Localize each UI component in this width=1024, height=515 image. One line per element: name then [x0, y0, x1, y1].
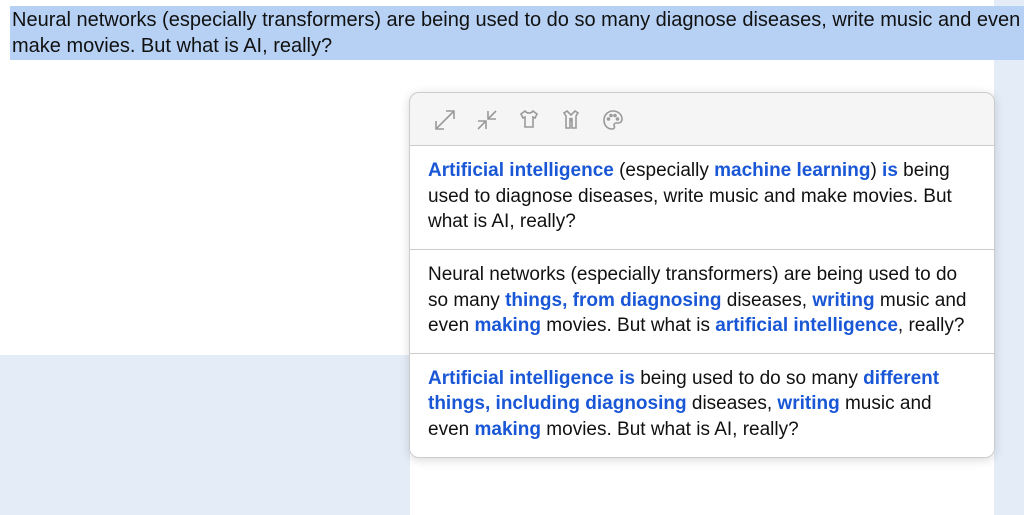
highlighted-edit: is [882, 160, 898, 181]
highlighted-edit: writing [812, 290, 874, 311]
suggestion-text: being used to do so many [635, 368, 863, 389]
highlighted-edit: Artificial intelligence is [428, 368, 635, 389]
suggestion-item[interactable]: Neural networks (especially transformers… [410, 249, 994, 353]
background-strip-right [994, 0, 1024, 515]
suggestion-text: , really? [898, 315, 965, 336]
highlighted-edit: Artificial intelligence [428, 160, 614, 181]
highlighted-edit: making [474, 315, 541, 336]
background-strip-bottom-left [0, 355, 410, 515]
suggestion-text: diseases, [687, 393, 778, 414]
selected-source-text[interactable]: Neural networks (especially transformers… [10, 6, 1024, 60]
suggestion-item[interactable]: Artificial intelligence is being used to… [410, 353, 994, 457]
lab-coat-icon[interactable] [558, 107, 584, 133]
suggestion-item[interactable]: Artificial intelligence (especially mach… [410, 146, 994, 249]
suggestion-text: (especially [614, 160, 714, 181]
highlighted-edit: making [474, 419, 541, 440]
highlighted-edit: artificial intelligence [715, 315, 898, 336]
highlighted-edit: writing [777, 393, 839, 414]
suggestion-text: movies. But what is AI, really? [541, 419, 799, 440]
contract-icon[interactable] [474, 107, 500, 133]
rewrite-suggestions-popup: Artificial intelligence (especially mach… [409, 92, 995, 458]
rewrite-toolbar [410, 93, 994, 146]
suggestions-list: Artificial intelligence (especially mach… [410, 146, 994, 457]
suggestion-text: movies. But what is [541, 315, 715, 336]
suggestion-text: diseases, [721, 290, 812, 311]
tshirt-icon[interactable] [516, 107, 542, 133]
palette-icon[interactable] [600, 107, 626, 133]
highlighted-edit: machine learning [714, 160, 870, 181]
suggestion-text: ) [870, 160, 882, 181]
highlighted-edit: things, from diagnosing [505, 290, 721, 311]
expand-icon[interactable] [432, 107, 458, 133]
